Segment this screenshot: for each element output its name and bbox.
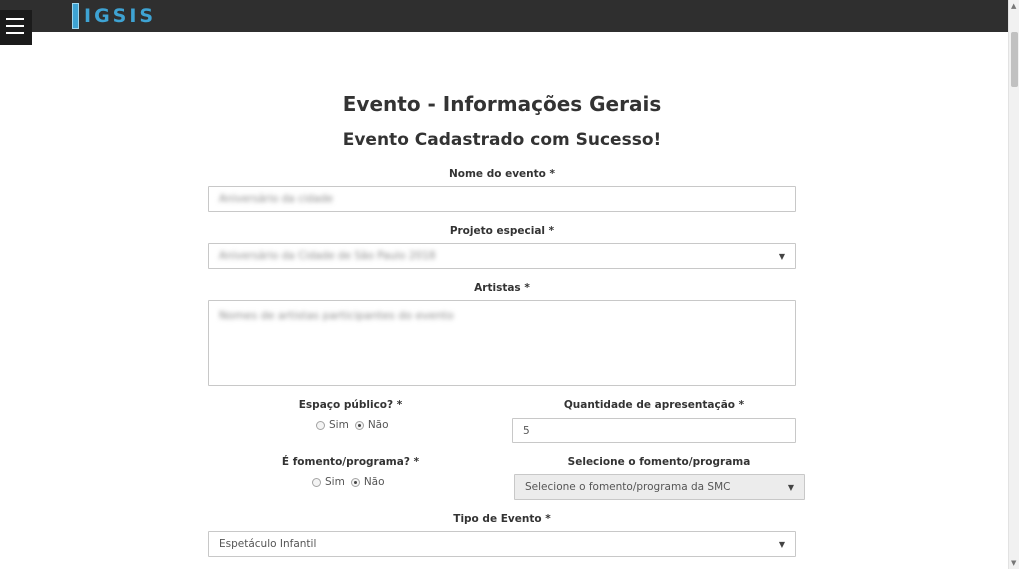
fomento-radio-group: Sim Não bbox=[312, 476, 389, 488]
fomento-nao-label: Não bbox=[363, 476, 385, 488]
menu-line-icon bbox=[6, 25, 24, 27]
fomento-sim-label: Sim bbox=[325, 476, 345, 488]
menu-line-icon bbox=[6, 32, 24, 34]
logo-text: IGSIS bbox=[84, 5, 157, 27]
special-project-select[interactable]: Aniversário da Cidade de São Paulo 2018 … bbox=[208, 243, 796, 269]
fomento-sim-radio[interactable] bbox=[312, 477, 321, 487]
scroll-down-arrow-icon[interactable]: ▼ bbox=[1011, 559, 1016, 567]
presentation-count-value: 5 bbox=[523, 424, 530, 437]
page-title: Evento - Informações Gerais bbox=[342, 92, 662, 116]
scroll-up-arrow-icon[interactable]: ▲ bbox=[1011, 2, 1016, 10]
artists-label: Artistas * bbox=[474, 282, 530, 294]
chevron-down-icon: ▼ bbox=[787, 482, 794, 492]
public-space-nao-radio[interactable] bbox=[354, 420, 364, 430]
success-message: Evento Cadastrado com Sucesso! bbox=[342, 130, 662, 150]
public-space-sim-radio[interactable] bbox=[316, 420, 325, 430]
fomento-label: É fomento/programa? * bbox=[281, 456, 420, 468]
fomento-select-value: Selecione o fomento/programa da SMC bbox=[525, 481, 731, 493]
fomento-select-label: Selecione o fomento/programa bbox=[567, 456, 751, 468]
fomento-nao-radio[interactable] bbox=[350, 477, 360, 487]
hamburger-menu-button[interactable] bbox=[0, 10, 32, 45]
logo-mark-icon bbox=[72, 3, 79, 29]
public-space-radio-group: Sim Não bbox=[316, 419, 393, 431]
page-scrollbar[interactable]: ▲ ▼ bbox=[1008, 0, 1019, 569]
special-project-label: Projeto especial * bbox=[449, 225, 555, 237]
presentation-count-input[interactable]: 5 bbox=[512, 418, 796, 443]
public-space-sim-label: Sim bbox=[329, 419, 349, 431]
artists-value: Nomes de artistas participantes do event… bbox=[219, 309, 454, 322]
event-type-value: Espetáculo Infantil bbox=[219, 538, 317, 550]
event-type-label: Tipo de Evento * bbox=[453, 513, 551, 525]
top-navbar: IGSIS bbox=[0, 0, 1008, 32]
chevron-down-icon: ▼ bbox=[778, 539, 785, 549]
event-name-value: Aniversário da cidade bbox=[219, 193, 333, 205]
menu-line-icon bbox=[6, 18, 24, 20]
event-type-select[interactable]: Espetáculo Infantil ▼ bbox=[208, 531, 796, 557]
event-name-input[interactable]: Aniversário da cidade bbox=[208, 186, 796, 212]
fomento-select[interactable]: Selecione o fomento/programa da SMC ▼ bbox=[514, 474, 805, 500]
public-space-label: Espaço público? * bbox=[298, 399, 403, 411]
special-project-value: Aniversário da Cidade de São Paulo 2018 bbox=[219, 250, 436, 262]
presentation-count-label: Quantidade de apresentação * bbox=[563, 399, 745, 411]
scrollbar-thumb[interactable] bbox=[1011, 32, 1018, 87]
event-name-label: Nome do evento * bbox=[448, 168, 556, 180]
artists-textarea[interactable]: Nomes de artistas participantes do event… bbox=[208, 300, 796, 386]
chevron-down-icon: ▼ bbox=[778, 251, 785, 261]
app-logo[interactable]: IGSIS bbox=[72, 2, 156, 30]
public-space-nao-label: Não bbox=[367, 419, 389, 431]
